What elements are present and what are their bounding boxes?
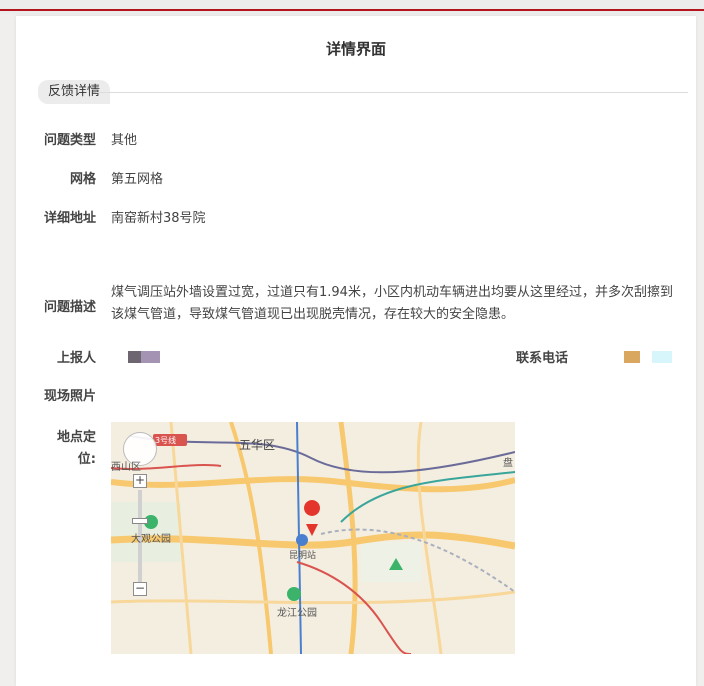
section-divider xyxy=(96,92,688,93)
description-value: 煤气调压站外墙设置过宽，过道只有1.94米，小区内机动车辆进出均要从这里经过，并… xyxy=(111,285,673,322)
location-label-line2: 位: xyxy=(77,452,96,467)
grid-value: 第五网格 xyxy=(111,172,164,187)
grid-label: 网格 xyxy=(69,172,96,187)
problem-type-label: 问题类型 xyxy=(43,133,96,148)
map-metro-badge: 3号线 xyxy=(155,436,177,445)
map-canvas[interactable] xyxy=(111,422,515,654)
map-label-district: 五华区 xyxy=(239,438,276,452)
description-label: 问题描述 xyxy=(43,300,96,315)
phone-value-redacted-1 xyxy=(624,351,640,363)
map-label-station: 昆明站 xyxy=(289,551,317,561)
problem-type-value: 其他 xyxy=(111,133,138,148)
location-map[interactable]: + − 五华区 西山区 3号线 大观公园 龙江公园 昆明站 盘 xyxy=(111,422,515,654)
map-zoom-in-button[interactable]: + xyxy=(133,474,147,488)
map-label-park1: 大观公园 xyxy=(131,534,171,545)
reporter-label: 上报人 xyxy=(56,351,96,366)
phone-label: 联系电话 xyxy=(515,351,568,366)
address-label: 详细地址 xyxy=(43,211,96,226)
reporter-value-redacted xyxy=(128,351,160,363)
detail-panel: 详情界面 反馈详情 问题类型 其他 网格 第五网格 详细地址 南窑新村38号院 … xyxy=(16,16,696,686)
photo-label: 现场照片 xyxy=(43,389,96,404)
top-accent-line xyxy=(0,9,704,11)
location-label-line1: 地点定 xyxy=(56,430,96,445)
map-zoom-out-button[interactable]: − xyxy=(133,582,147,596)
phone-value-redacted-2 xyxy=(652,351,672,363)
top-bar xyxy=(0,0,704,14)
page-title: 详情界面 xyxy=(325,40,386,58)
map-label-park2: 龙江公园 xyxy=(277,608,317,619)
map-label-district2: 西山区 xyxy=(111,462,141,473)
address-value: 南窑新村38号院 xyxy=(111,211,206,226)
map-label-partial: 盘 xyxy=(503,458,513,469)
map-zoom-handle[interactable] xyxy=(132,518,148,524)
